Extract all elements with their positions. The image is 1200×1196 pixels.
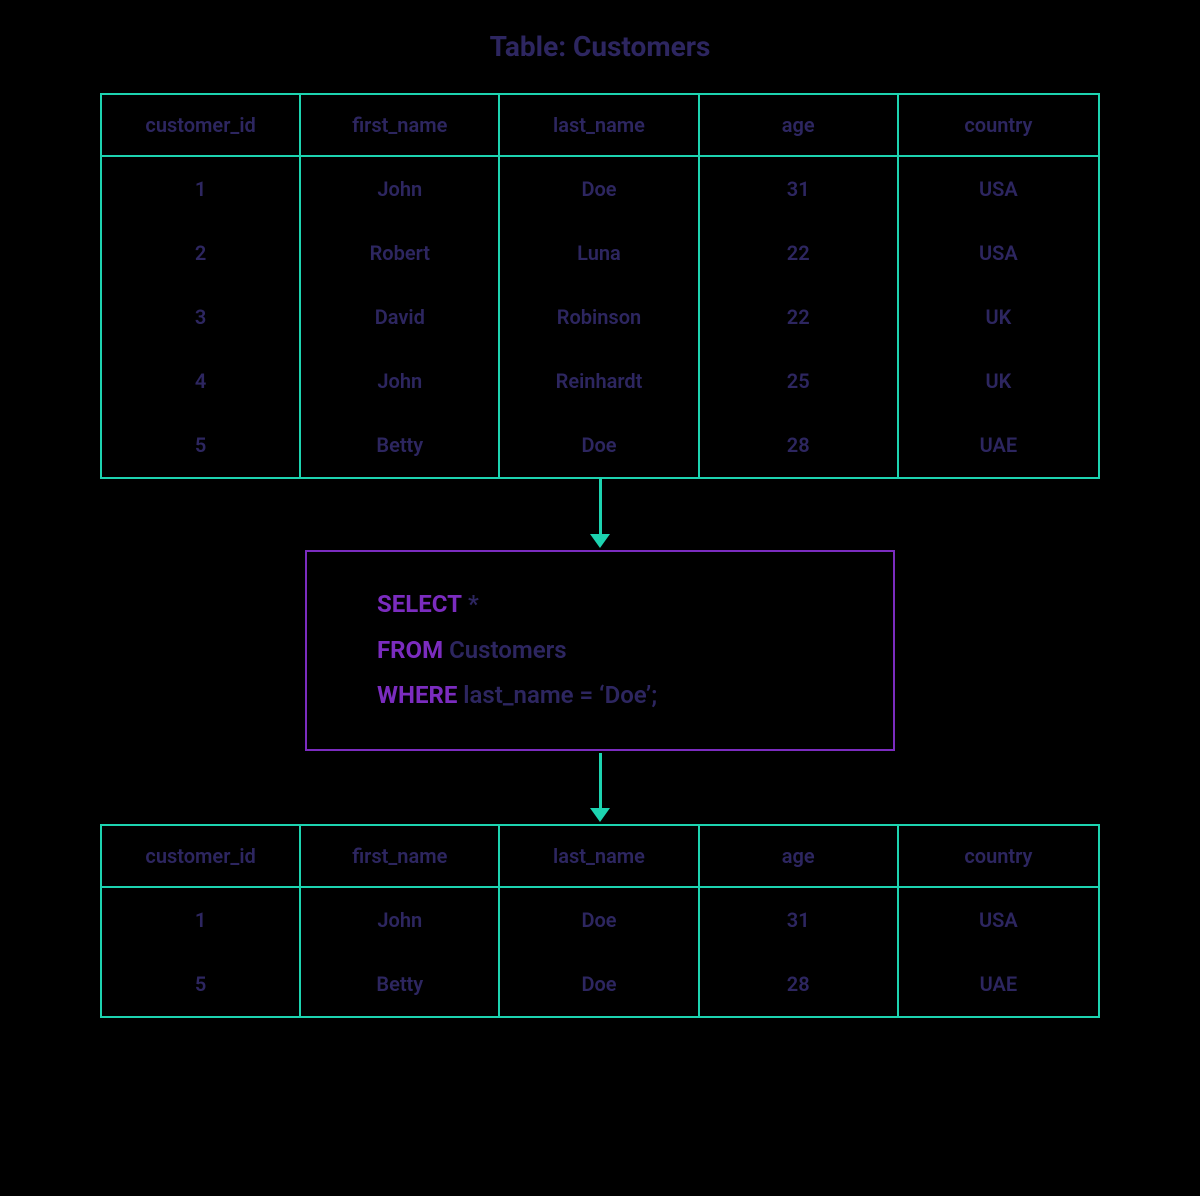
- cell: USA: [899, 157, 1098, 221]
- sql-keyword-from: FROM: [377, 636, 443, 664]
- sql-keyword-select: SELECT: [377, 590, 462, 618]
- column-header: last_name: [500, 826, 699, 886]
- cell: Robert: [301, 221, 500, 285]
- query-line-where: WHERE last_name = ‘Doe’;: [377, 673, 833, 719]
- result-table: customer_id first_name last_name age cou…: [100, 824, 1100, 1018]
- cell: 25: [700, 349, 899, 413]
- sql-query-box: SELECT * FROM Customers WHERE last_name …: [305, 550, 895, 751]
- source-table-header: customer_id first_name last_name age cou…: [102, 95, 1098, 157]
- sql-keyword-where: WHERE: [377, 681, 457, 709]
- source-table: customer_id first_name last_name age cou…: [100, 93, 1100, 479]
- cell: 28: [700, 413, 899, 477]
- column-header: age: [700, 826, 899, 886]
- cell: 4: [102, 349, 301, 413]
- source-table-body: 1 John Doe 31 USA 2 Robert Luna 22 USA 3…: [102, 157, 1098, 477]
- cell: 2: [102, 221, 301, 285]
- cell: UK: [899, 349, 1098, 413]
- cell: 5: [102, 952, 301, 1016]
- sql-where-clause: last_name = ‘Doe’;: [463, 681, 657, 709]
- query-line-select: SELECT *: [377, 582, 833, 628]
- cell: UK: [899, 285, 1098, 349]
- cell: USA: [899, 221, 1098, 285]
- result-table-body: 1 John Doe 31 USA 5 Betty Doe 28 UAE: [102, 888, 1098, 1016]
- cell: 3: [102, 285, 301, 349]
- cell: 5: [102, 413, 301, 477]
- cell: Betty: [301, 952, 500, 1016]
- cell: 31: [700, 157, 899, 221]
- cell: Robinson: [500, 285, 699, 349]
- cell: Reinhardt: [500, 349, 699, 413]
- cell: Doe: [500, 952, 699, 1016]
- result-table-header: customer_id first_name last_name age cou…: [102, 826, 1098, 888]
- cell: Betty: [301, 413, 500, 477]
- table-row: 2 Robert Luna 22 USA: [102, 221, 1098, 285]
- cell: USA: [899, 888, 1098, 952]
- sql-from-table: Customers: [449, 636, 567, 664]
- column-header: country: [899, 826, 1098, 886]
- table-row: 5 Betty Doe 28 UAE: [102, 952, 1098, 1016]
- cell: John: [301, 349, 500, 413]
- column-header: first_name: [301, 826, 500, 886]
- cell: Luna: [500, 221, 699, 285]
- column-header: customer_id: [102, 826, 301, 886]
- column-header: customer_id: [102, 95, 301, 155]
- column-header: age: [700, 95, 899, 155]
- cell: John: [301, 157, 500, 221]
- column-header: last_name: [500, 95, 699, 155]
- cell: John: [301, 888, 500, 952]
- cell: 1: [102, 157, 301, 221]
- table-row: 3 David Robinson 22 UK: [102, 285, 1098, 349]
- flow-arrow-icon: [590, 479, 610, 548]
- cell: UAE: [899, 952, 1098, 1016]
- table-row: 1 John Doe 31 USA: [102, 888, 1098, 952]
- cell: 22: [700, 221, 899, 285]
- table-row: 4 John Reinhardt 25 UK: [102, 349, 1098, 413]
- diagram-title: Table: Customers: [490, 30, 711, 63]
- cell: 28: [700, 952, 899, 1016]
- cell: Doe: [500, 157, 699, 221]
- column-header: country: [899, 95, 1098, 155]
- flow-arrow-icon: [590, 753, 610, 822]
- cell: 31: [700, 888, 899, 952]
- cell: 22: [700, 285, 899, 349]
- table-row: 5 Betty Doe 28 UAE: [102, 413, 1098, 477]
- cell: 1: [102, 888, 301, 952]
- cell: Doe: [500, 413, 699, 477]
- table-row: 1 John Doe 31 USA: [102, 157, 1098, 221]
- sql-select-cols: *: [468, 590, 479, 618]
- column-header: first_name: [301, 95, 500, 155]
- cell: David: [301, 285, 500, 349]
- cell: UAE: [899, 413, 1098, 477]
- cell: Doe: [500, 888, 699, 952]
- query-line-from: FROM Customers: [377, 628, 833, 674]
